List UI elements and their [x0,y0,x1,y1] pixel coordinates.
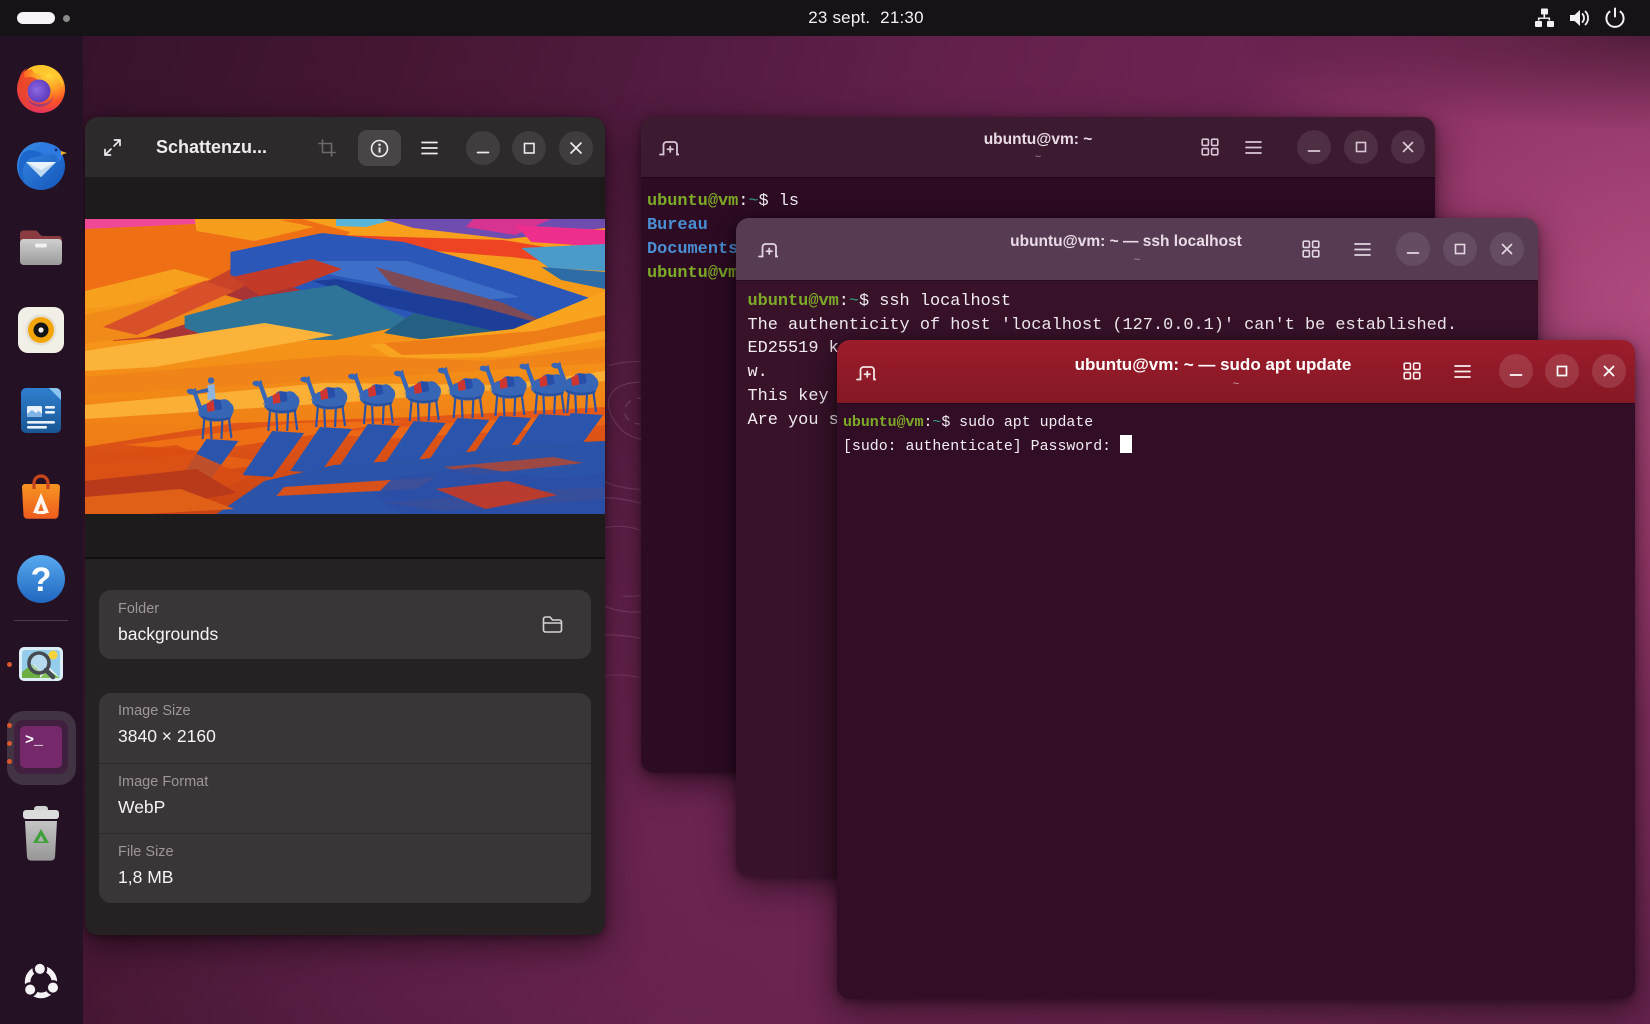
svg-text:>_: >_ [25,732,44,749]
svg-text:?: ? [31,561,52,599]
